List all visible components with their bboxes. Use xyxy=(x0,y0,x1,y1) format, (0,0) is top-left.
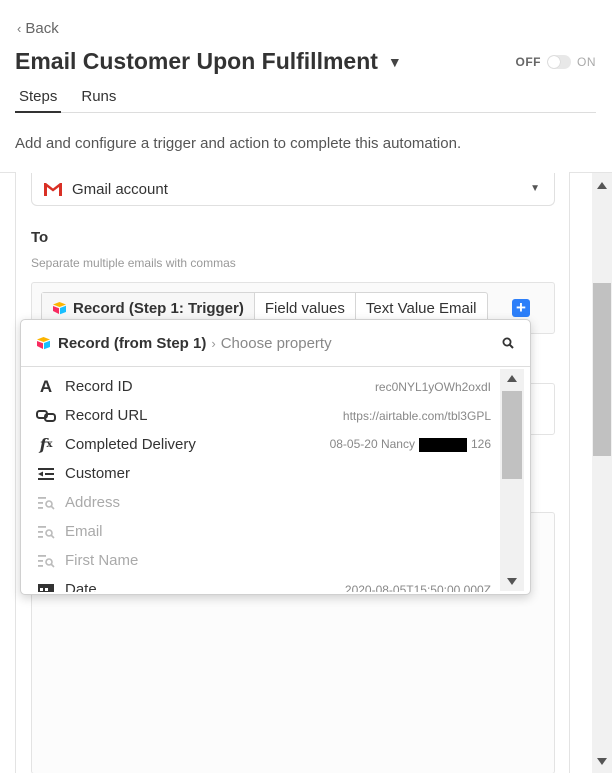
list-item: Email xyxy=(21,517,501,546)
airtable-icon xyxy=(53,302,66,315)
caret-down-icon[interactable]: ▼ xyxy=(388,54,402,70)
gmail-account-label: Gmail account xyxy=(72,180,168,198)
picker-scrollbar[interactable] xyxy=(500,369,524,591)
item-value-suffix: 126 xyxy=(470,437,491,452)
tab-steps[interactable]: Steps xyxy=(15,88,62,113)
list-item: First Name xyxy=(21,546,501,575)
scroll-down-icon[interactable] xyxy=(507,578,517,585)
tab-runs[interactable]: Runs xyxy=(77,88,120,113)
gmail-account-select[interactable]: Gmail account ▼ xyxy=(31,173,555,206)
item-value: 08-05-20 Nancy xyxy=(329,437,415,452)
chevron-left-icon: ‹ xyxy=(17,21,22,36)
back-link[interactable]: ‹ Back xyxy=(17,20,59,37)
lookup-icon xyxy=(36,494,56,512)
link-icon xyxy=(36,407,56,425)
item-value-group: 08-05-20 Nancy 126 xyxy=(330,437,491,452)
item-label: Email xyxy=(65,523,103,540)
automation-description: Add and configure a trigger and action t… xyxy=(15,135,462,152)
item-value: 2020-08-05T15:50:00.000Z xyxy=(344,582,491,593)
scroll-up-icon[interactable] xyxy=(597,182,607,189)
airtable-icon xyxy=(37,337,50,350)
toggle-knob xyxy=(548,56,560,68)
item-label: Date xyxy=(65,581,97,592)
item-label: First Name xyxy=(65,552,139,569)
item-label: Record ID xyxy=(65,378,133,395)
automation-toggle[interactable]: OFF ON xyxy=(516,55,597,69)
list-item[interactable]: fx Completed Delivery 08-05-20 Nancy 126 xyxy=(21,430,501,459)
list-item[interactable]: A Record ID rec0NYL1yOWh2oxdI xyxy=(21,372,501,401)
panel-scrollbar[interactable] xyxy=(592,173,612,773)
linked-record-icon xyxy=(36,465,56,483)
lookup-icon xyxy=(36,523,56,541)
dropdown-arrow-icon[interactable]: ▼ xyxy=(530,183,540,194)
picker-choose-label: Choose property xyxy=(220,334,332,352)
formula-icon: fx xyxy=(39,435,53,454)
gmail-icon xyxy=(44,183,62,196)
redacted-block xyxy=(418,437,467,452)
item-label: Customer xyxy=(65,465,131,482)
add-token-button[interactable]: + xyxy=(512,299,530,317)
lookup-icon xyxy=(36,552,56,570)
scroll-down-icon[interactable] xyxy=(597,758,607,765)
scroll-thumb[interactable] xyxy=(593,283,611,456)
breadcrumb-separator: › xyxy=(211,335,216,351)
to-help-text: Separate multiple emails with commas xyxy=(31,256,236,270)
token-record-label: Record (Step 1: Trigger) xyxy=(73,299,244,317)
plus-icon: + xyxy=(516,298,526,317)
property-picker: Record (from Step 1) › Choose property A… xyxy=(20,319,531,595)
automation-title[interactable]: Email Customer Upon Fulfillment ▼ xyxy=(15,48,402,75)
list-item[interactable]: Customer xyxy=(21,459,501,488)
item-value: https://airtable.com/tbl3GPL xyxy=(342,408,491,423)
back-label: Back xyxy=(25,20,59,37)
list-item[interactable]: Record URL https://airtable.com/tbl3GPL xyxy=(21,401,501,430)
item-value: rec0NYL1yOWh2oxdI xyxy=(374,379,491,394)
toggle-on-label: ON xyxy=(577,55,596,69)
scroll-thumb[interactable] xyxy=(502,391,522,479)
list-item: Address xyxy=(21,488,501,517)
item-label: Completed Delivery xyxy=(65,436,196,453)
list-item[interactable]: Date 2020-08-05T15:50:00.000Z xyxy=(21,575,501,592)
scroll-up-icon[interactable] xyxy=(507,375,517,382)
toggle-off-label: OFF xyxy=(515,55,541,69)
item-label: Address xyxy=(65,494,121,511)
to-label: To xyxy=(31,229,49,246)
search-icon[interactable] xyxy=(502,337,514,349)
property-list: A Record ID rec0NYL1yOWh2oxdI Record URL… xyxy=(21,372,501,592)
item-label: Record URL xyxy=(65,407,148,424)
picker-header: Record (from Step 1) › Choose property xyxy=(21,320,530,367)
toggle-switch[interactable] xyxy=(547,55,571,69)
tab-bar: Steps Runs xyxy=(15,88,596,113)
calendar-icon xyxy=(36,581,56,592)
page-title: Email Customer Upon Fulfillment xyxy=(15,48,378,74)
text-field-icon: A xyxy=(39,376,53,396)
picker-record-label[interactable]: Record (from Step 1) xyxy=(58,335,206,352)
